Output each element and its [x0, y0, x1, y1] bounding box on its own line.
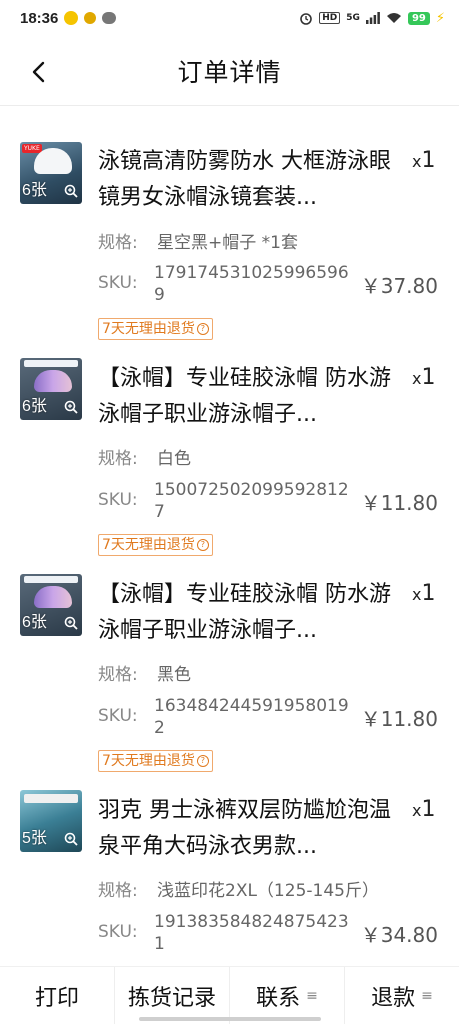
product-title[interactable]: 【泳帽】专业硅胶泳帽 防水游泳帽子职业游泳帽子...: [98, 361, 410, 433]
sku-value: 1500725020995928127: [154, 480, 349, 522]
signal-icon: [365, 12, 380, 24]
app-notification-icon: [64, 11, 79, 25]
product-banner: [24, 360, 78, 367]
spec-value: 星空黑+帽子 *1套: [157, 233, 298, 253]
page-title: 订单详情: [177, 57, 282, 87]
price: ￥34.80: [360, 923, 438, 947]
sku-label: SKU:: [98, 706, 138, 726]
picking-record-button[interactable]: 拣货记录: [115, 967, 230, 1024]
spec-value: 白色: [157, 449, 191, 469]
spec-value: 浅蓝印花2XL（125-145斤）: [157, 881, 379, 901]
zoom-icon[interactable]: [64, 616, 78, 630]
image-count: 6张: [22, 398, 47, 415]
wifi-icon: [386, 13, 401, 23]
status-time: 18:36: [20, 9, 59, 27]
product-banner: [24, 794, 78, 803]
product-title[interactable]: 【泳帽】专业硅胶泳帽 防水游泳帽子职业游泳帽子...: [98, 577, 410, 649]
sku-value: 1634842445919580192: [154, 696, 349, 738]
page-header: 订单详情: [0, 36, 459, 106]
info-icon: ?: [196, 323, 209, 335]
product-image[interactable]: 6张: [20, 358, 82, 420]
chevron-left-icon: [32, 61, 45, 83]
spec-label: 规格:: [98, 449, 138, 469]
app-notification-icon: [84, 12, 97, 24]
product-image[interactable]: 5张: [20, 790, 82, 852]
home-indicator[interactable]: [139, 1017, 321, 1021]
price: ￥37.80: [360, 274, 438, 298]
image-count: 6张: [22, 614, 47, 631]
spec-label: 规格:: [98, 665, 138, 685]
return-policy-badge[interactable]: 7天无理由退货 ?: [98, 318, 213, 340]
image-count: 6张: [22, 182, 47, 199]
sku-label: SKU:: [98, 273, 138, 293]
quantity: x1: [412, 365, 436, 390]
menu-icon: ≡: [306, 987, 318, 1004]
zoom-icon[interactable]: [64, 400, 78, 414]
sku-label: SKU:: [98, 922, 138, 942]
network-type: 5G: [346, 12, 360, 23]
sku-label: SKU:: [98, 490, 138, 510]
print-button[interactable]: 打印: [0, 967, 115, 1024]
product-photo: [34, 370, 72, 392]
price: ￥11.80: [360, 707, 438, 731]
product-image[interactable]: 6张: [20, 574, 82, 636]
hd-icon: HD: [319, 12, 341, 24]
product-photo: [34, 586, 72, 608]
quantity: x1: [412, 797, 436, 822]
zoom-icon[interactable]: [64, 184, 78, 198]
product-title[interactable]: 羽克 男士泳裤双层防尴尬泡温泉平角大码泳衣男款...: [98, 793, 410, 865]
sku-value: 1791745310259965969: [154, 263, 349, 305]
info-icon: ?: [196, 755, 209, 767]
menu-icon: ≡: [421, 987, 433, 1004]
brand-tag: YUKE: [22, 144, 42, 153]
sku-value: 1913835848248754231: [154, 912, 349, 954]
product-banner: [24, 576, 78, 583]
zoom-icon[interactable]: [64, 832, 78, 846]
wechat-notification-icon: [102, 12, 117, 24]
contact-button[interactable]: 联系 ≡: [230, 967, 345, 1024]
back-button[interactable]: [20, 54, 56, 90]
info-icon: ?: [196, 539, 209, 551]
spec-value: 黑色: [157, 665, 191, 685]
product-image[interactable]: YUKE 6张: [20, 142, 82, 204]
charging-icon: ⚡: [435, 10, 445, 26]
price: ￥11.80: [360, 491, 438, 515]
quantity: x1: [412, 581, 436, 606]
alarm-icon: [300, 13, 313, 25]
quantity: x1: [412, 148, 436, 173]
product-title[interactable]: 泳镜高清防雾防水 大框游泳眼镜男女泳帽泳镜套装...: [98, 144, 410, 216]
spec-label: 规格:: [98, 233, 138, 253]
spec-label: 规格:: [98, 881, 138, 901]
image-count: 5张: [22, 830, 47, 847]
bottom-action-bar: 打印 拣货记录 联系 ≡ 退款 ≡: [0, 966, 459, 1024]
return-policy-badge[interactable]: 7天无理由退货 ?: [98, 750, 213, 772]
status-bar: 18:36 HD 5G 99 ⚡: [0, 0, 459, 36]
product-photo: [34, 148, 72, 174]
refund-button[interactable]: 退款 ≡: [345, 967, 459, 1024]
battery-level: 99: [407, 11, 430, 25]
return-policy-badge[interactable]: 7天无理由退货 ?: [98, 534, 213, 556]
